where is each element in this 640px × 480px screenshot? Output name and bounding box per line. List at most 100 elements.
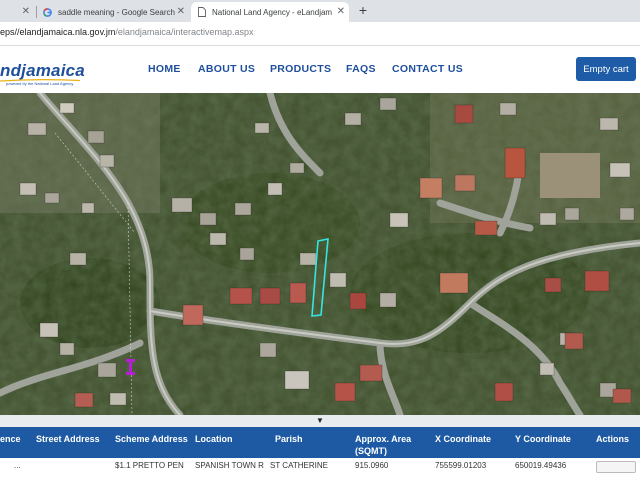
building-roof <box>99 154 115 168</box>
building-roof <box>389 212 409 228</box>
building-roof <box>259 287 281 305</box>
cell-reference: ... <box>14 461 21 470</box>
results-table-body: ... $1.1 PRETTO PEN SPANISH TOWN R ST CA… <box>0 458 640 480</box>
building-roof <box>87 130 105 144</box>
building-roof <box>494 382 514 402</box>
column-y-coordinate[interactable]: Y Coordinate <box>515 432 571 446</box>
tab-previous[interactable]: ✕ <box>0 2 34 22</box>
building-roof <box>284 370 310 390</box>
building-roof <box>454 174 476 192</box>
nav-faqs[interactable]: FAQS <box>346 63 376 75</box>
building-roof <box>171 197 193 213</box>
building-roof <box>349 292 367 310</box>
building-roof <box>209 232 227 246</box>
building-roof <box>69 252 87 266</box>
building-roof <box>599 117 619 131</box>
tab-national-land-agency[interactable]: National Land Agency - eLandjam ✕ <box>191 2 349 22</box>
new-tab-button[interactable]: + <box>356 3 370 17</box>
building-roof <box>612 388 632 404</box>
building-roof <box>609 162 631 178</box>
cell-location: SPANISH TOWN R <box>195 461 264 470</box>
building-roof <box>344 112 362 126</box>
building-roof <box>379 97 397 111</box>
building-roof <box>564 332 584 350</box>
building-roof <box>379 292 397 308</box>
column-location[interactable]: Location <box>195 432 233 446</box>
building-roof <box>289 162 305 174</box>
building-roof <box>439 272 469 294</box>
building-roof <box>334 382 356 402</box>
building-roof <box>544 277 562 293</box>
nav-home[interactable]: HOME <box>148 63 181 75</box>
building-roof <box>229 287 253 305</box>
site-logo[interactable]: ndjamaica <box>0 61 85 81</box>
row-action-button[interactable] <box>596 461 636 473</box>
building-roof <box>259 342 277 358</box>
results-panel-toggle[interactable]: ▼ <box>0 415 640 427</box>
building-roof <box>239 247 255 261</box>
building-roof <box>539 362 555 376</box>
site-header: ndjamaica powered by the National Land A… <box>0 46 640 93</box>
cell-y-coordinate: 650019.49436 <box>515 461 567 470</box>
close-tab-icon[interactable]: ✕ <box>22 6 30 18</box>
tab-google-search[interactable]: saddle meaning - Google Search ✕ <box>37 2 189 22</box>
building-roof <box>81 202 95 214</box>
cell-parish: ST CATHERINE <box>270 461 328 470</box>
building-roof <box>254 122 270 134</box>
column-approx-area-unit: (SQMT) <box>355 446 387 456</box>
building-roof <box>419 177 443 199</box>
cell-approx-area: 915.0960 <box>355 461 389 470</box>
column-actions: Actions <box>596 434 630 444</box>
browser-tab-strip: ✕ saddle meaning - Google Search ✕ Natio… <box>0 0 640 22</box>
building-roof <box>499 102 517 116</box>
building-roof <box>27 122 47 136</box>
tab-label: saddle meaning - Google Search <box>58 7 175 17</box>
logo-tagline: powered by the National Land Agency <box>6 81 74 86</box>
empty-cart-button[interactable]: Empty cart <box>576 57 636 81</box>
building-roof <box>539 212 557 226</box>
satellite-imagery[interactable] <box>0 93 640 415</box>
cell-x-coordinate: 755599.01203 <box>435 461 487 470</box>
building-roof <box>454 104 474 124</box>
building-roof <box>39 322 59 338</box>
url-path: /elandjamaica/interactivemap.aspx <box>115 27 254 37</box>
building-roof <box>299 252 317 266</box>
close-tab-icon[interactable]: ✕ <box>337 6 345 18</box>
close-tab-icon[interactable]: ✕ <box>177 6 185 18</box>
column-x-coordinate[interactable]: X Coordinate <box>435 432 491 446</box>
column-parish[interactable]: Parish <box>275 432 303 446</box>
column-street-address[interactable]: Street Address <box>36 432 100 446</box>
tab-label: National Land Agency - eLandjam <box>212 7 333 17</box>
nav-about-us[interactable]: ABOUT US <box>198 63 255 75</box>
building-roof <box>59 342 75 356</box>
url-text[interactable]: eps//elandjamaica.nla.gov.jm/elandjamaic… <box>0 27 253 37</box>
building-roof <box>329 272 347 288</box>
building-roof <box>97 362 117 378</box>
results-table-header: ence Street Address Scheme Address Locat… <box>0 427 640 458</box>
building-roof <box>474 220 498 236</box>
nav-contact-us[interactable]: CONTACT US <box>392 63 463 75</box>
building-roof <box>289 282 307 304</box>
building-roof <box>59 102 75 114</box>
column-scheme-address[interactable]: Scheme Address <box>115 432 188 446</box>
building-roof <box>267 182 283 196</box>
building-roof <box>182 304 204 326</box>
building-roof <box>359 364 383 382</box>
building-roof <box>584 270 610 292</box>
column-reference[interactable]: ence <box>0 432 21 446</box>
chevron-down-icon[interactable]: ▼ <box>316 417 324 425</box>
building-roof <box>234 202 252 216</box>
building-roof <box>199 212 217 226</box>
building-roof <box>44 192 60 204</box>
url-host: eps//elandjamaica.nla.gov.jm <box>0 27 116 37</box>
building-roof <box>74 392 94 408</box>
nav-products[interactable]: PRODUCTS <box>270 63 331 75</box>
building-roof <box>564 207 580 221</box>
satellite-map[interactable] <box>0 93 640 415</box>
document-icon <box>197 7 206 17</box>
building-roof <box>19 182 37 196</box>
building-roof <box>109 392 127 406</box>
address-bar[interactable]: eps//elandjamaica.nla.gov.jm/elandjamaic… <box>0 22 640 46</box>
google-icon <box>43 7 52 17</box>
cell-scheme-address: $1.1 PRETTO PEN <box>115 461 184 470</box>
